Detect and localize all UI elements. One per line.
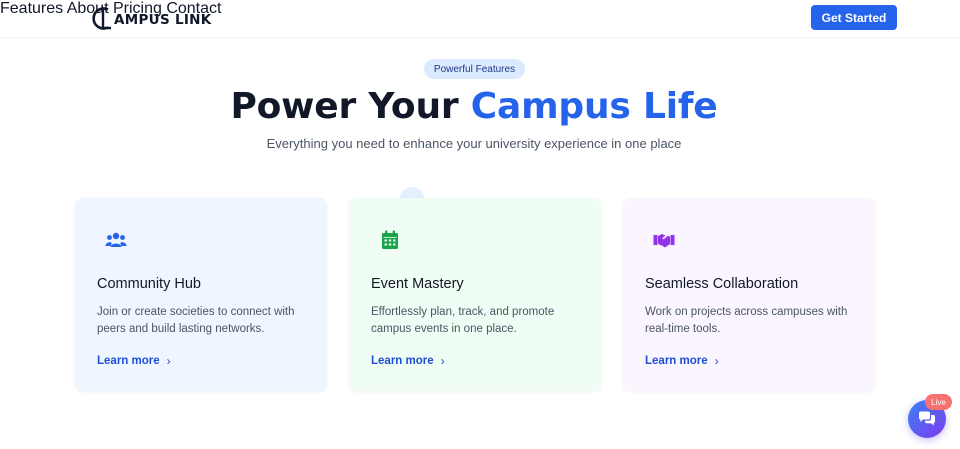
chevron-right-icon: › <box>166 354 171 368</box>
card-title: Community Hub <box>97 276 201 292</box>
card-description: Join or create societies to connect with… <box>97 306 295 335</box>
nav-features[interactable]: Features <box>0 0 63 17</box>
feature-card-collaboration: Seamless Collaboration Work on projects … <box>623 198 875 391</box>
get-started-button[interactable]: Get Started <box>811 5 897 30</box>
logo[interactable]: AMPUS LINK <box>92 4 212 33</box>
site-header: AMPUS LINK Features About Pricing Contac… <box>0 0 960 37</box>
card-description: Work on projects across campuses with re… <box>645 306 848 335</box>
campus-link-logo-icon <box>92 7 111 30</box>
feature-card-events: Event Mastery Effortlessly plan, track, … <box>349 198 601 391</box>
chat-bubbles-icon <box>919 411 935 426</box>
learn-more-link[interactable]: Learn more › <box>97 354 171 368</box>
brand-name: AMPUS LINK <box>114 11 212 28</box>
feature-card-community: Community Hub Join or create societies t… <box>75 198 327 391</box>
learn-more-label: Learn more <box>645 355 708 367</box>
learn-more-label: Learn more <box>371 355 434 367</box>
card-title: Seamless Collaboration <box>645 276 799 292</box>
handshake-icon <box>653 234 675 248</box>
live-badge: Live <box>925 394 952 410</box>
chevron-right-icon: › <box>714 354 719 368</box>
card-title: Event Mastery <box>371 276 464 292</box>
title-accent: Campus Life <box>470 86 718 127</box>
learn-more-link[interactable]: Learn more › <box>645 354 719 368</box>
calendar-icon <box>382 230 398 249</box>
card-description: Effortlessly plan, track, and promote ca… <box>371 306 555 335</box>
learn-more-label: Learn more <box>97 355 160 367</box>
chevron-right-icon: › <box>440 354 445 368</box>
learn-more-link[interactable]: Learn more › <box>371 354 445 368</box>
page-subtitle: Everything you need to enhance your univ… <box>266 136 682 151</box>
page-title: Power Your Campus Life <box>0 86 948 127</box>
users-icon <box>105 232 127 247</box>
title-plain: Power Your <box>230 86 471 127</box>
features-badge: Powerful Features <box>424 59 525 79</box>
